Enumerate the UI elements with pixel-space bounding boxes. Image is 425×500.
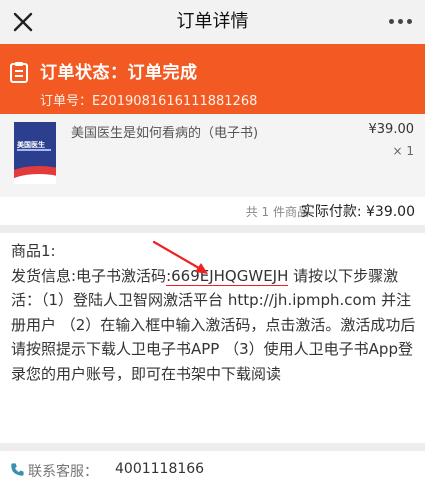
item-heading: 商品1: [11, 242, 56, 260]
product-name: 美国医生是如何看病的（电子书) [71, 126, 259, 141]
clipboard-icon [10, 62, 28, 83]
service-phone[interactable]: 4001118166 [115, 461, 204, 477]
more-icon[interactable] [389, 19, 413, 25]
product-price: ¥39.00 [368, 122, 415, 137]
book-cover-image: 美国医生 [14, 122, 56, 184]
total-paid: 实际付款: ¥39.00 [300, 204, 415, 220]
product-item[interactable]: 美国医生 美国医生是如何看病的（电子书) ¥39.00 × 1 [0, 114, 425, 197]
nav-bar: 订单详情 [0, 0, 425, 44]
item-count: 共 1 件商品 [245, 205, 309, 219]
service-label: 联系客服： [28, 464, 98, 480]
order-status-banner: 订单状态：订单完成 订单号：E20190816161118812​68 [0, 44, 425, 114]
customer-service[interactable]: 联系客服： 4001118166 [0, 451, 425, 500]
product-quantity: × 1 [392, 144, 414, 158]
delivery-label: 发货信息:电子书激活码 [11, 266, 167, 285]
red-arrow-annotation [152, 240, 208, 274]
delivery-info: 商品1: 发货信息:电子书激活码:669EJHQGWEJH 请按以下步骤激活：（… [0, 233, 425, 443]
page-title: 订单详情 [176, 11, 249, 32]
phone-icon [11, 463, 24, 476]
order-number: 订单号：E20190816161118812​68 [40, 94, 258, 109]
order-summary: 共 1 件商品 实际付款: ¥39.00 [0, 197, 425, 225]
close-icon[interactable] [10, 9, 36, 35]
order-status-text: 订单状态：订单完成 [40, 63, 198, 83]
delivery-text: 发货信息:电子书激活码:669EJHQGWEJH 请按以下步骤激活：（1）登陆人… [11, 264, 416, 387]
